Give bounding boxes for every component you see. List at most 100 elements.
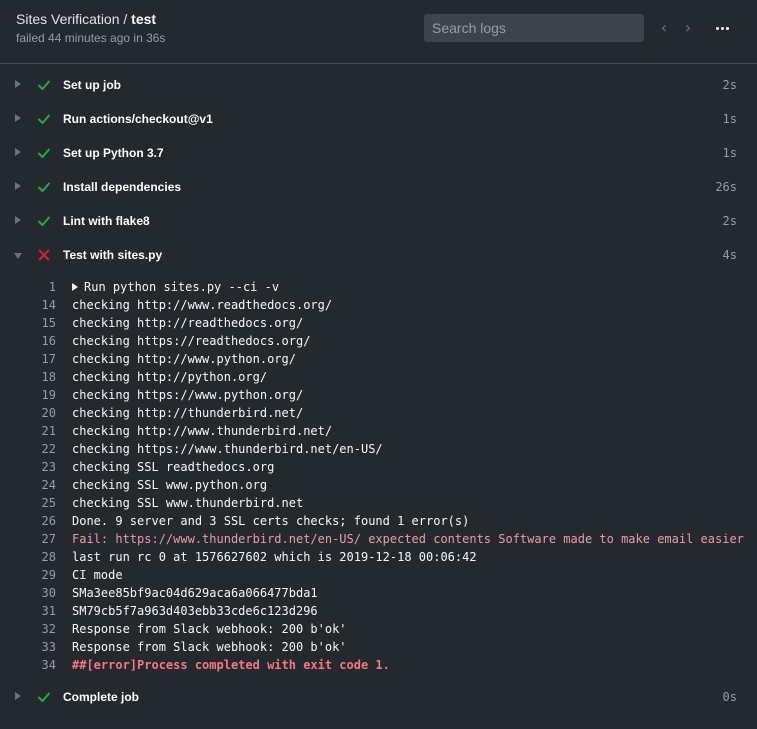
log-line: 22 checking https://www.thunderbird.net/e…: [0, 440, 757, 458]
log-line-number[interactable]: 29: [24, 566, 56, 584]
log-line: 14 checking http://www.readthedocs.org/: [0, 296, 757, 314]
log-line-number[interactable]: 26: [24, 512, 56, 530]
step-row[interactable]: Install dependencies 26s: [0, 170, 757, 204]
log-line-text: checking http://www.readthedocs.org/: [72, 298, 333, 312]
caret-right-icon[interactable]: [15, 80, 21, 88]
log-line: 24 checking SSL www.python.org: [0, 476, 757, 494]
log-line-number[interactable]: 15: [24, 314, 56, 332]
step-row[interactable]: Test with sites.py 4s: [0, 238, 757, 272]
caret-right-icon[interactable]: [15, 114, 21, 122]
log-line-number[interactable]: 23: [24, 458, 56, 476]
log-line-text: Done. 9 server and 3 SSL certs checks; f…: [72, 514, 470, 528]
log-line-number[interactable]: 14: [24, 296, 56, 314]
log-line-number[interactable]: 17: [24, 350, 56, 368]
log-group-toggle[interactable]: Run python sites.py --ci -v: [72, 278, 279, 296]
step-duration: 1s: [722, 146, 737, 160]
step-name: Run actions/checkout@v1: [63, 112, 213, 126]
log-line-number[interactable]: 27: [24, 530, 56, 548]
step-name: Set up job: [63, 78, 121, 92]
step-row[interactable]: Set up Python 3.7 1s: [0, 136, 757, 170]
log-line: 1 Run python sites.py --ci -v: [0, 278, 757, 296]
log-line: 17 checking http://www.python.org/: [0, 350, 757, 368]
check-icon: [36, 145, 52, 161]
log-line-number[interactable]: 31: [24, 602, 56, 620]
log-line-number[interactable]: 30: [24, 584, 56, 602]
log-line-number[interactable]: 1: [24, 278, 56, 296]
log-line-number[interactable]: 18: [24, 368, 56, 386]
log-line-text: SM79cb5f7a963d403ebb33cde6c123d296: [72, 604, 318, 618]
step-name: Complete job: [63, 690, 140, 704]
log-line-number[interactable]: 24: [24, 476, 56, 494]
caret-right-icon[interactable]: [15, 182, 21, 190]
log-line-text: ##[error]Process completed with exit cod…: [72, 658, 390, 672]
log-line-text: checking https://www.thunderbird.net/en-…: [72, 442, 383, 456]
log-line-number[interactable]: 20: [24, 404, 56, 422]
caret-down-icon[interactable]: [14, 253, 22, 259]
log-line-number[interactable]: 25: [24, 494, 56, 512]
step-duration: 0s: [722, 690, 737, 704]
log-line-number[interactable]: 22: [24, 440, 56, 458]
log-line-text: CI mode: [72, 568, 123, 582]
log-line-number[interactable]: 19: [24, 386, 56, 404]
job-name: test: [131, 11, 157, 27]
steps-list: Set up job 2s Run actions/checkout@v1 1s Set…: [0, 68, 757, 714]
log-group-title: Run python sites.py --ci -v: [84, 280, 280, 294]
step-row[interactable]: Complete job 0s: [0, 680, 757, 714]
log-line: 32 Response from Slack webhook: 200 b'ok': [0, 620, 757, 638]
check-icon: [36, 77, 52, 93]
log-line: 33 Response from Slack webhook: 200 b'ok': [0, 638, 757, 656]
job-status-text: failed 44 minutes ago in 36s: [16, 31, 166, 45]
log-line: 31 SM79cb5f7a963d403ebb33cde6c123d296: [0, 602, 757, 620]
check-icon: [36, 179, 52, 195]
step-duration: 2s: [722, 214, 737, 228]
caret-right-icon[interactable]: [15, 148, 21, 156]
step-name: Install dependencies: [63, 180, 182, 194]
job-header: Sites Verification / test failed 44 minu…: [0, 0, 757, 64]
previous-match-button[interactable]: ‹: [656, 17, 672, 39]
log-line-text: checking http://readthedocs.org/: [72, 316, 304, 330]
step-duration: 4s: [722, 248, 737, 262]
more-options-button[interactable]: [710, 17, 734, 39]
title-separator: /: [119, 11, 132, 27]
log-line: 30 SMa3ee85bf9ac04d629aca6a066477bda1: [0, 584, 757, 602]
log-line-text: checking http://python.org/: [72, 370, 268, 384]
log-line-number[interactable]: 34: [24, 656, 56, 674]
next-match-button[interactable]: ›: [680, 17, 696, 39]
log-line: 18 checking http://python.org/: [0, 368, 757, 386]
caret-right-icon[interactable]: [15, 216, 21, 224]
log-line-text: SMa3ee85bf9ac04d629aca6a066477bda1: [72, 586, 318, 600]
log-line: 19 checking https://www.python.org/: [0, 386, 757, 404]
log-line: 21 checking http://www.thunderbird.net/: [0, 422, 757, 440]
log-line-number[interactable]: 28: [24, 548, 56, 566]
workflow-name[interactable]: Sites Verification: [16, 11, 120, 27]
check-icon: [36, 689, 52, 705]
step-name: Lint with flake8: [63, 214, 150, 228]
step-name: Test with sites.py: [63, 248, 163, 262]
log-line: 27 Fail: https://www.thunderbird.net/en-U…: [0, 530, 757, 548]
step-row[interactable]: Set up job 2s: [0, 68, 757, 102]
log-line: 20 checking http://thunderbird.net/: [0, 404, 757, 422]
log-line-number[interactable]: 16: [24, 332, 56, 350]
log-line-number[interactable]: 32: [24, 620, 56, 638]
step-row[interactable]: Run actions/checkout@v1 1s: [0, 102, 757, 136]
log-line: 29 CI mode: [0, 566, 757, 584]
step-duration: 26s: [715, 180, 737, 194]
log-line-number[interactable]: 21: [24, 422, 56, 440]
log-line-number[interactable]: 33: [24, 638, 56, 656]
log-line-text: Response from Slack webhook: 200 b'ok': [72, 622, 347, 636]
log-line-text: last run rc 0 at 1576627602 which is 201…: [72, 550, 477, 564]
log-line-text: checking http://www.python.org/: [72, 352, 296, 366]
log-line-text: Response from Slack webhook: 200 b'ok': [72, 640, 347, 654]
log-line: 23 checking SSL readthedocs.org: [0, 458, 757, 476]
check-icon: [36, 111, 52, 127]
page-title: Sites Verification / test: [16, 11, 156, 27]
step-name: Set up Python 3.7: [63, 146, 164, 160]
check-icon: [36, 213, 52, 229]
step-row[interactable]: Lint with flake8 2s: [0, 204, 757, 238]
log-line-text: checking https://www.python.org/: [72, 388, 304, 402]
log-line: 25 checking SSL www.thunderbird.net: [0, 494, 757, 512]
search-logs-input[interactable]: [424, 14, 644, 42]
caret-right-icon[interactable]: [15, 692, 21, 700]
log-line-text: checking SSL www.python.org: [72, 478, 268, 492]
caret-right-icon: [72, 283, 78, 291]
